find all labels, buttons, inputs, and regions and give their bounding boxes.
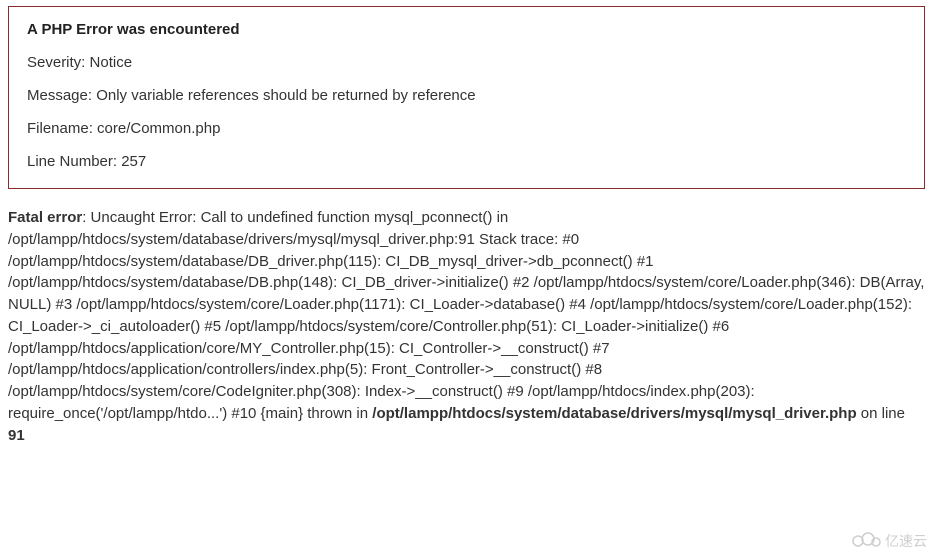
message-label: Message:	[27, 87, 92, 104]
watermark-text: 亿速云	[885, 531, 927, 551]
fatal-error-path: /opt/lampp/htdocs/system/database/driver…	[372, 405, 856, 422]
message-line: Message: Only variable references should…	[27, 85, 906, 106]
cloud-icon	[849, 529, 883, 553]
filename-label: Filename:	[27, 120, 93, 137]
fatal-error-online: on line	[857, 405, 905, 422]
filename-value: core/Common.php	[97, 120, 220, 137]
linenumber-value: 257	[121, 153, 146, 170]
severity-line: Severity: Notice	[27, 52, 906, 73]
watermark: 亿速云	[849, 529, 927, 553]
php-error-box: A PHP Error was encountered Severity: No…	[8, 6, 925, 189]
filename-line: Filename: core/Common.php	[27, 118, 906, 139]
severity-label: Severity:	[27, 54, 85, 71]
linenumber-label: Line Number:	[27, 153, 117, 170]
fatal-error-block: Fatal error: Uncaught Error: Call to und…	[8, 207, 925, 446]
linenumber-line: Line Number: 257	[27, 151, 906, 172]
fatal-error-body: : Uncaught Error: Call to undefined func…	[8, 209, 924, 422]
severity-value: Notice	[90, 54, 133, 71]
fatal-error-line: 91	[8, 427, 25, 444]
error-box-title: A PHP Error was encountered	[27, 21, 906, 38]
message-value: Only variable references should be retur…	[96, 87, 475, 104]
fatal-error-prefix: Fatal error	[8, 209, 82, 226]
